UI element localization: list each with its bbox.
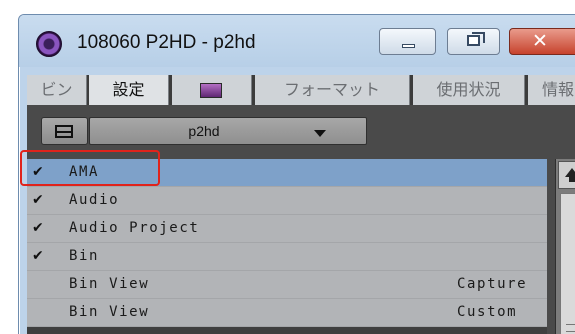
list-item[interactable]: ✔ Audio <box>27 187 547 215</box>
restore-icon <box>467 35 480 46</box>
annotation-highlight <box>20 150 160 186</box>
window-title: 108060 P2HD - p2hd <box>77 32 256 53</box>
check-icon: ✔ <box>32 220 44 236</box>
setting-name: Audio Project <box>69 220 200 236</box>
tab-format[interactable]: フォーマット <box>255 75 410 105</box>
list-item[interactable]: ✔ Audio Project <box>27 215 547 243</box>
list-item[interactable]: ✔ Bin <box>27 243 547 271</box>
settings-panel: p2hd ✔ AMA ✔ Audio ✔ Audio Project ✔ Bin <box>27 105 575 334</box>
chevron-down-icon <box>314 130 326 137</box>
close-icon: ✕ <box>532 30 548 52</box>
minimize-button[interactable] <box>379 28 436 55</box>
arrow-up-icon <box>565 168 575 182</box>
close-button[interactable]: ✕ <box>509 28 575 55</box>
check-icon: ✔ <box>32 248 44 264</box>
setting-type: Custom <box>457 304 518 320</box>
view-menu-button[interactable] <box>41 117 88 145</box>
setting-name: Audio <box>69 192 120 208</box>
scroll-thumb[interactable] <box>560 193 575 334</box>
settings-view-select[interactable]: p2hd <box>89 117 367 145</box>
tab-usage[interactable]: 使用状況 <box>413 75 525 105</box>
setting-type: Capture <box>457 276 528 292</box>
tab-info[interactable]: 情報 <box>528 75 575 105</box>
setting-name: Bin View <box>69 276 150 292</box>
grip-icon <box>566 324 575 332</box>
tab-settings[interactable]: 設定 <box>89 75 169 105</box>
check-icon: ✔ <box>32 192 44 208</box>
color-swatch-icon <box>200 83 222 98</box>
setting-name: Bin <box>69 248 100 264</box>
settings-view-value: p2hd <box>188 123 220 139</box>
list-item[interactable]: Bin View Custom <box>27 299 547 327</box>
tab-bins[interactable]: ビン <box>27 75 87 105</box>
tab-strip: ビン 設定 フォーマット 使用状況 情報 <box>27 75 575 105</box>
avid-app-icon <box>36 31 62 57</box>
setting-name: Bin View <box>69 304 150 320</box>
list-item[interactable]: Bin View Capture <box>27 271 547 299</box>
tab-color[interactable] <box>172 75 252 105</box>
minimize-icon <box>402 44 415 48</box>
list-view-icon <box>55 125 73 138</box>
title-bar[interactable]: 108060 P2HD - p2hd ✕ <box>19 15 575 67</box>
vertical-scrollbar[interactable] <box>555 159 575 334</box>
restore-button[interactable] <box>447 28 500 55</box>
scroll-up-button[interactable] <box>558 161 575 189</box>
